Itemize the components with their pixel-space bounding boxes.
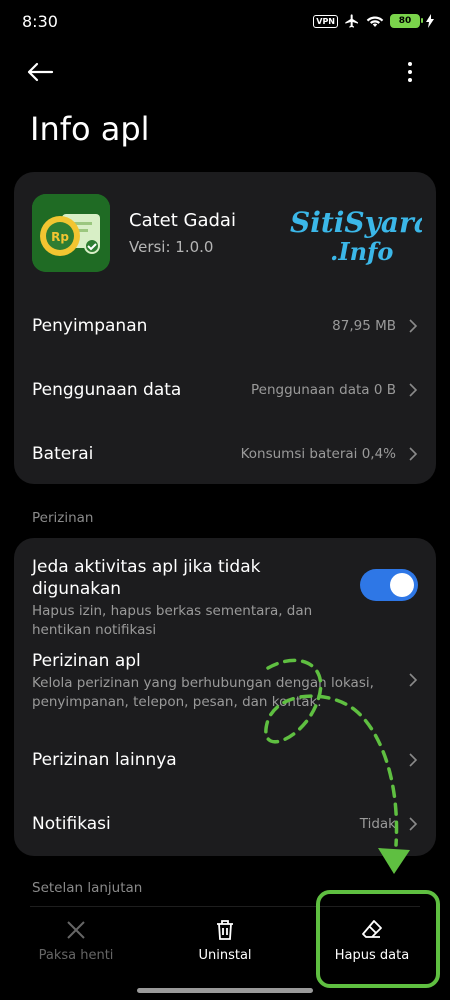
force-stop-label: Paksa henti — [38, 948, 114, 963]
uninstall-button[interactable]: Uninstal — [165, 918, 285, 963]
uninstall-label: Uninstal — [198, 948, 252, 963]
highlight-box — [316, 890, 440, 988]
close-icon — [67, 921, 85, 939]
home-indicator[interactable] — [137, 988, 313, 993]
force-stop-button[interactable]: Paksa henti — [16, 918, 136, 963]
trash-icon — [217, 920, 233, 940]
annotation-arrow — [264, 658, 410, 874]
